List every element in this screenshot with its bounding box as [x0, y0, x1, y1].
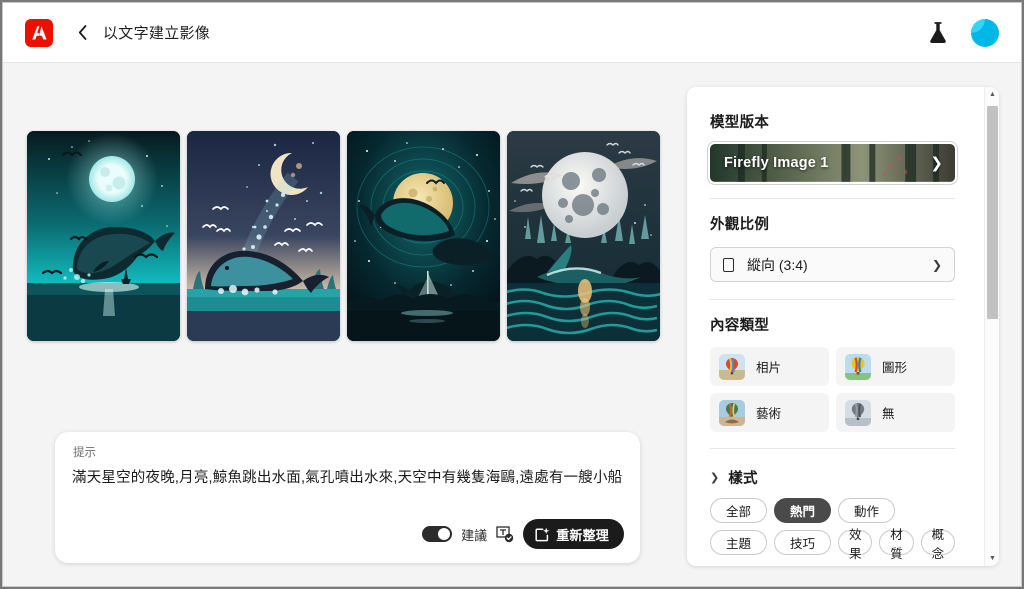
scrollbar-thumb[interactable] [987, 106, 998, 319]
art-balloon-thumb [719, 399, 745, 426]
chevron-left-icon [78, 25, 86, 40]
aspect-ratio-select[interactable]: 縱向 (3:4) ❯ [710, 247, 955, 282]
content-type-label: 相片 [756, 361, 782, 375]
aspect-ratio-value: 縱向 (3:4) [747, 256, 808, 273]
content-type-label: 無 [882, 407, 895, 421]
content-type-grid: 相片 圖形 藝術 無 [710, 347, 955, 432]
suggestions-toggle[interactable] [422, 526, 453, 542]
aspect-ratio-heading: 外觀比例 [710, 217, 770, 233]
prompt-input[interactable]: 滿天星空的夜晚,月亮,鯨魚跳出水面,氣孔噴出水來,天空中有幾隻海鷗,遠處有一艘小… [72, 468, 626, 489]
prompt-actions: 建議 重新整理 [422, 519, 624, 549]
header-actions [927, 18, 999, 47]
result-image-2[interactable] [187, 131, 340, 341]
style-filter-chips: 全部 熱門 動作 主題 技巧 效果 材質 概念 [710, 498, 956, 561]
chevron-right-icon[interactable]: ❯ [930, 154, 943, 172]
result-image-4[interactable] [507, 131, 660, 341]
divider-2 [710, 299, 955, 300]
back-button[interactable] [71, 20, 93, 46]
flask-icon[interactable] [927, 21, 949, 45]
model-version-name: Firefly Image 1 [724, 155, 829, 171]
styles-heading: 樣式 [728, 471, 758, 487]
chevron-down-icon[interactable]: ❯ [932, 258, 942, 272]
result-image-3[interactable] [347, 131, 500, 341]
style-chip-effects[interactable]: 效果 [838, 528, 873, 561]
content-type-heading: 內容類型 [710, 318, 770, 334]
model-version-heading: 模型版本 [710, 115, 770, 131]
sparkle-generate-icon [535, 527, 550, 541]
settings-panel: 模型版本 Firefly Image 1 ❯ 外觀比例 縱向 (3:4) ❯ 內… [687, 87, 999, 566]
model-version-selector[interactable]: Firefly Image 1 ❯ [710, 144, 955, 182]
prompt-card[interactable]: 提示 滿天星空的夜晚,月亮,鯨魚跳出水面,氣孔噴出水來,天空中有幾隻海鷗,遠處有… [55, 432, 640, 563]
prompt-label: 提示 [73, 447, 96, 459]
adobe-logo-icon[interactable] [25, 18, 53, 47]
graphic-balloon-thumb [845, 353, 871, 380]
content-type-option-graphic[interactable]: 圖形 [836, 347, 955, 386]
content-type-label: 藝術 [756, 407, 782, 421]
content-type-option-art[interactable]: 藝術 [710, 393, 829, 432]
scroll-down-arrow[interactable]: ▼ [985, 551, 999, 566]
style-chip-theme[interactable]: 主題 [710, 530, 768, 555]
refresh-button[interactable]: 重新整理 [523, 519, 624, 549]
style-chip-concepts[interactable]: 概念 [920, 528, 956, 561]
page-title: 以文字建立影像 [103, 25, 211, 42]
text-check-icon[interactable] [496, 525, 514, 543]
scroll-up-arrow[interactable]: ▲ [985, 87, 999, 102]
app-header: 以文字建立影像 [3, 3, 1021, 63]
content-type-label: 圖形 [882, 361, 908, 375]
result-image-1[interactable] [27, 131, 180, 341]
suggestions-label: 建議 [461, 527, 488, 543]
results-grid [27, 131, 660, 341]
settings-panel-body: 模型版本 Firefly Image 1 ❯ 外觀比例 縱向 (3:4) ❯ 內… [687, 87, 977, 566]
style-chip-popular[interactable]: 熱門 [774, 498, 832, 523]
content-type-option-none[interactable]: 無 [836, 393, 955, 432]
divider-3 [710, 448, 955, 449]
none-balloon-thumb [845, 399, 871, 426]
style-chip-technique[interactable]: 技巧 [774, 530, 832, 555]
styles-section-header[interactable]: ❯ 樣式 [710, 467, 955, 488]
refresh-button-label: 重新整理 [556, 527, 609, 543]
style-chip-materials[interactable]: 材質 [879, 528, 914, 561]
divider-1 [710, 198, 955, 199]
avatar[interactable] [971, 18, 999, 47]
style-chip-all[interactable]: 全部 [710, 498, 768, 523]
content-type-option-photo[interactable]: 相片 [710, 347, 829, 386]
panel-scrollbar[interactable]: ▲ ▼ [984, 87, 999, 566]
photo-balloon-thumb [719, 353, 745, 380]
app-window: 以文字建立影像 提示 滿天星空的夜晚,月亮,鯨魚跳出水面,氣孔噴出水來,天空中有… [2, 2, 1022, 587]
portrait-rect-icon [723, 257, 734, 272]
style-chip-movement[interactable]: 動作 [838, 498, 896, 523]
chevron-down-icon: ❯ [710, 472, 720, 484]
